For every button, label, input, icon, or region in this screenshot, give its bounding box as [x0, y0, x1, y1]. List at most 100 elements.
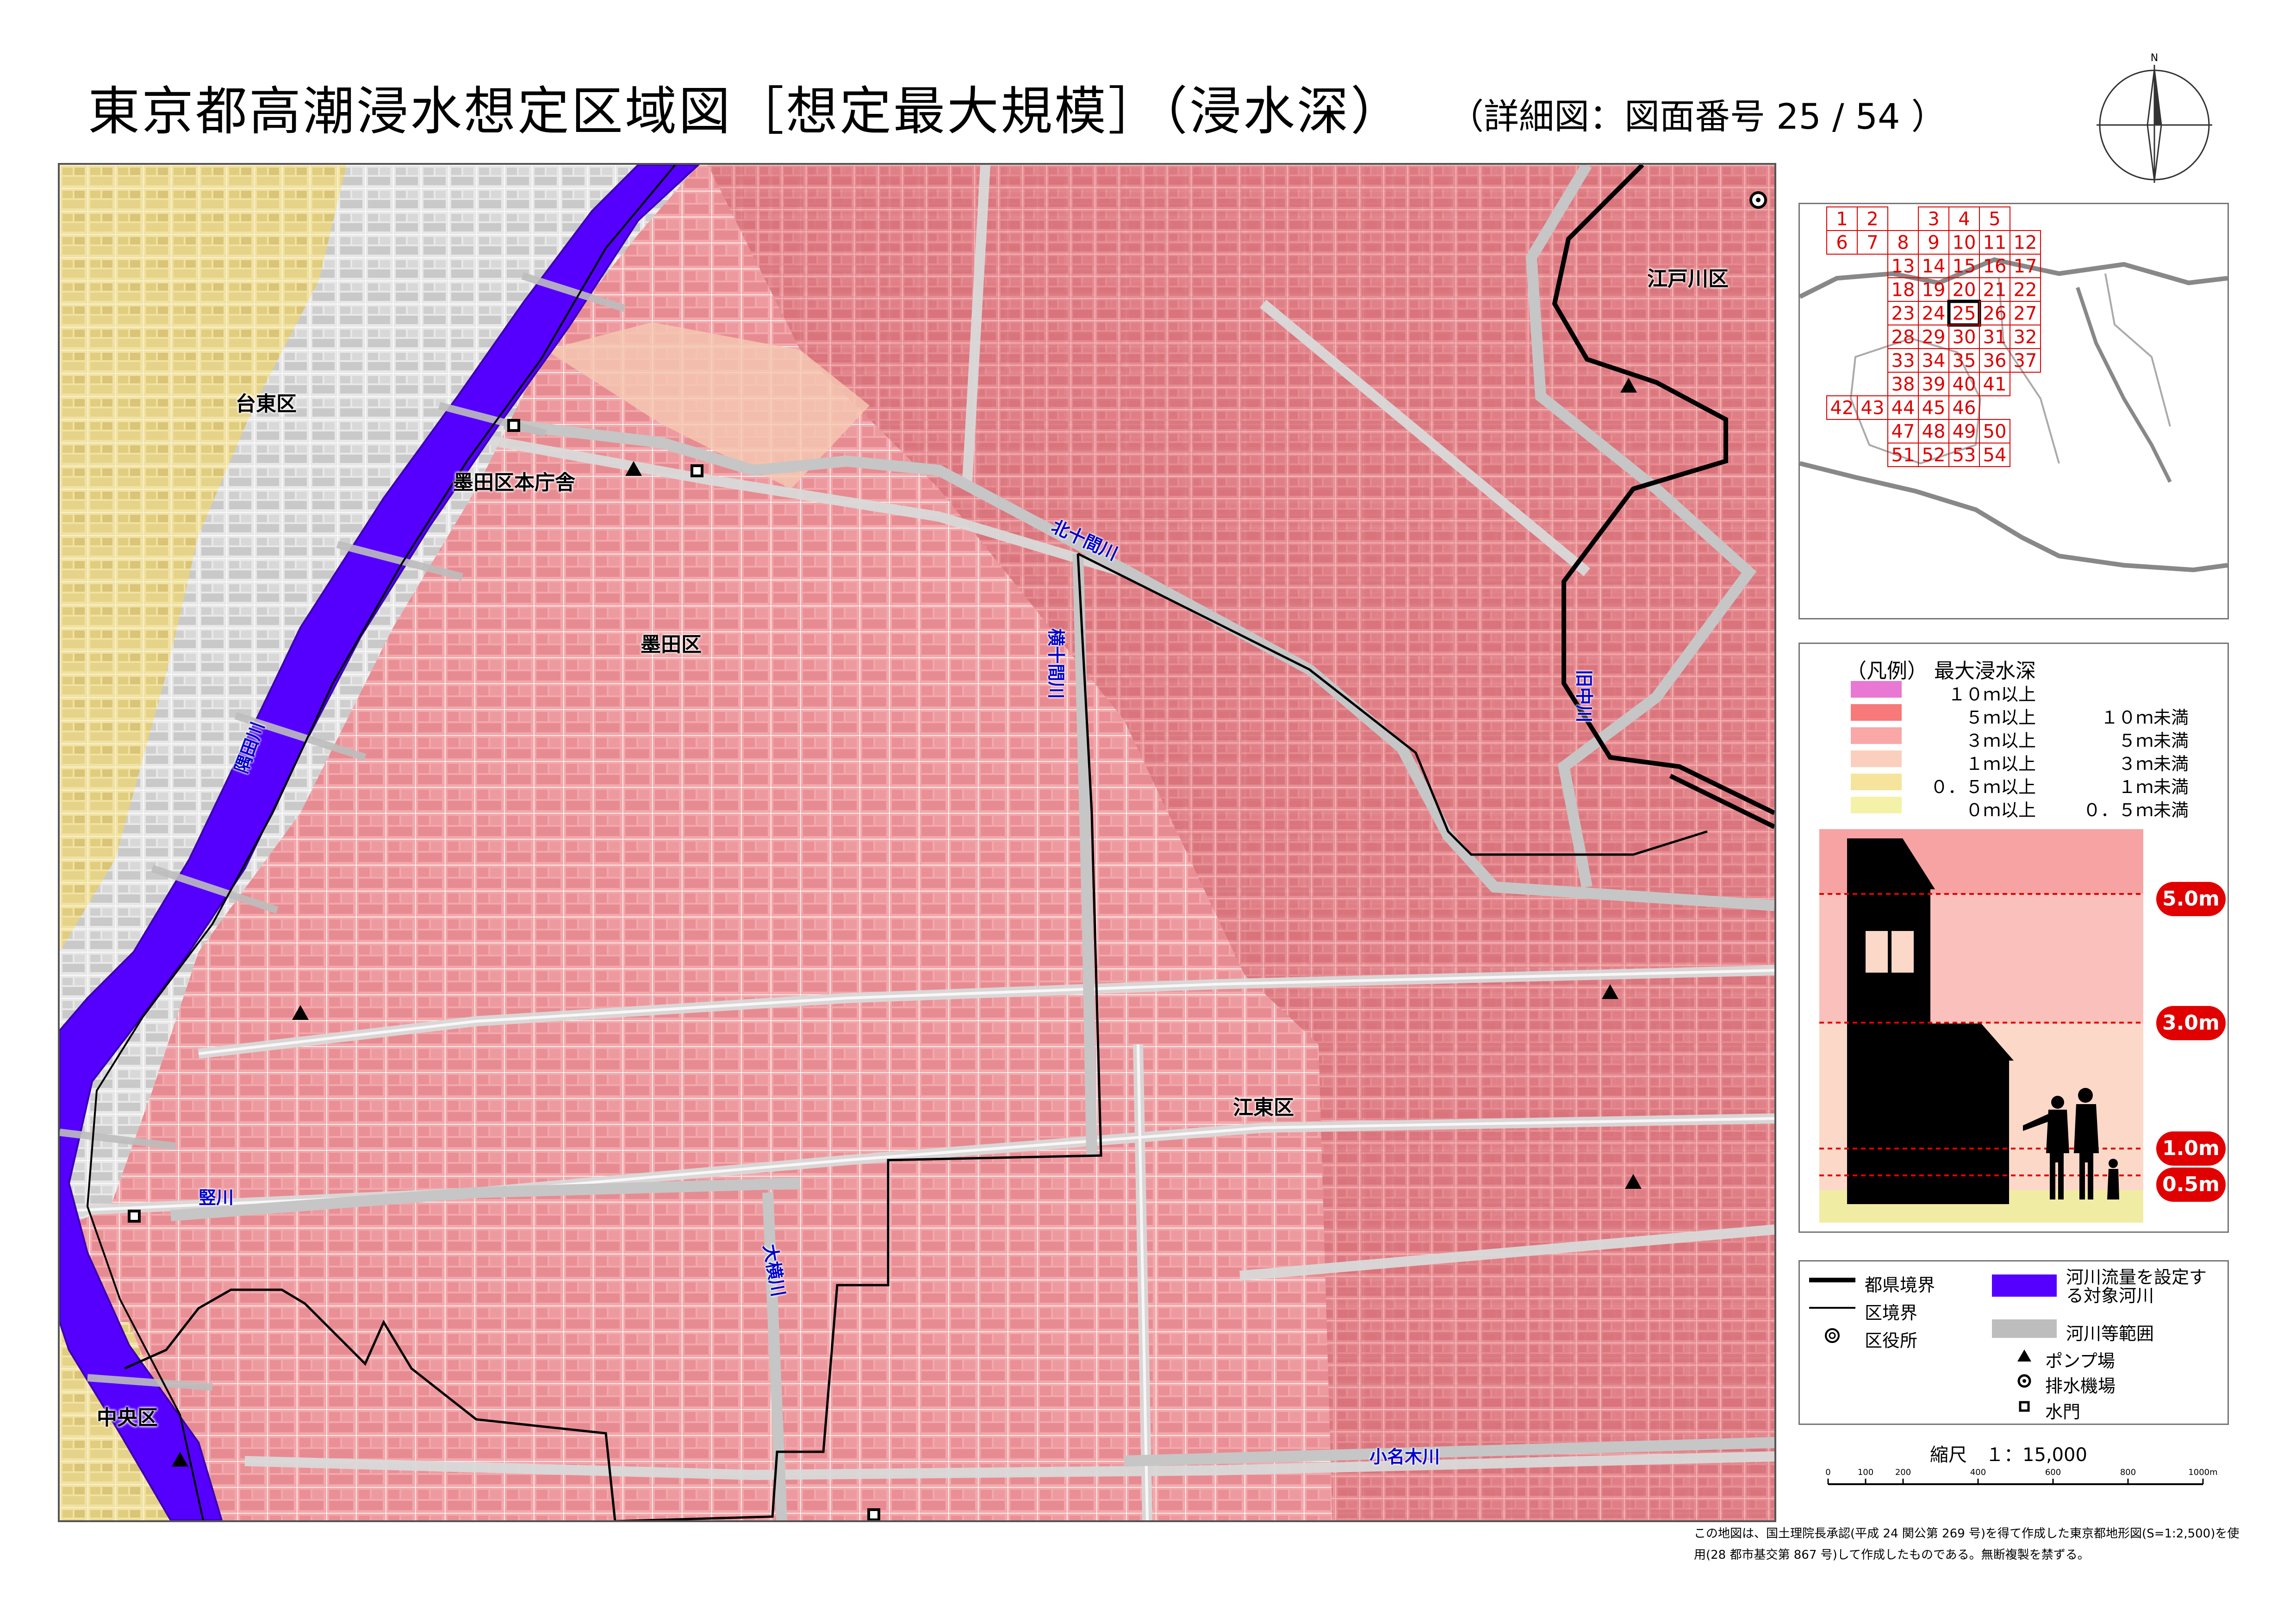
- scale-tick: 100: [1858, 1468, 1873, 1477]
- inundation-map[interactable]: 台東区 墨田区本庁舎 墨田区 江戸川区 江東区 中央区 隅田川 北十間川 横十間…: [58, 163, 1776, 1522]
- ward-office-label: 区役所: [1865, 1330, 1918, 1351]
- index-cell-number: 19: [1922, 280, 1946, 301]
- legend-swatch: [1851, 727, 1902, 744]
- index-cell-number: 16: [1983, 256, 2007, 277]
- index-cell-number: 26: [1983, 303, 2007, 325]
- index-cell-number: 46: [1953, 398, 1976, 419]
- index-cell-number: 34: [1922, 350, 1946, 372]
- copyright-note: この地図は、国土理院長承認(平成 24 関公第 269 号)を得て作成した東京都…: [1694, 1527, 2240, 1562]
- label-onagi-river: 小名木川: [1369, 1447, 1440, 1467]
- legend-row-1m: １ｍ以上 ３ｍ未満: [1851, 750, 2212, 774]
- index-cell-number: 41: [1983, 374, 2007, 395]
- symbols-legend: 都県境界 区境界 区役所 河川流量を設定する対象河川 河川等範囲 ポンプ場 排水…: [1798, 1260, 2229, 1425]
- index-cell-number: 1: [1836, 209, 1848, 230]
- scale-tick: 200: [1895, 1468, 1911, 1477]
- index-cell-number: 31: [1983, 327, 2007, 348]
- legend-swatch: [1851, 774, 1902, 790]
- index-cell-number: 4: [1958, 209, 1970, 230]
- index-cell-number: 27: [2014, 303, 2037, 325]
- pump-icon: [2017, 1349, 2031, 1362]
- legend-panel: （凡例） 最大浸水深 １０ｍ以上 ５ｍ以上 １０ｍ未満 ３ｍ以上 ５ｍ未満 １ｍ…: [1798, 643, 2229, 1233]
- index-cell-number: 49: [1953, 421, 1976, 443]
- label-kyunaka-river: 旧中川: [1574, 669, 1594, 723]
- legend-swatch: [1851, 681, 1902, 698]
- legend-swatch: [1851, 704, 1902, 721]
- depth-illustration: [1819, 829, 2143, 1223]
- index-cell-number: 29: [1922, 327, 1946, 348]
- sheet-index-map[interactable]: 1 2 3 4 5 6 7 8 9 10 11 12 13 14 15 16 17 18 19 20 21 22 23 24 2…: [1798, 203, 2229, 619]
- index-cell-number: 44: [1892, 398, 1915, 419]
- index-cell-number: 40: [1953, 374, 1976, 395]
- index-cell-number: 42: [1830, 398, 1854, 419]
- ward-border-label: 区境界: [1865, 1303, 1918, 1323]
- target-river-label: 河川流量を設定する対象河川: [2066, 1267, 2207, 1306]
- index-cell-number: 8: [1897, 232, 1909, 254]
- label-yokojukken-river: 横十間川: [1045, 628, 1066, 699]
- index-cell-number: 48: [1922, 421, 1946, 443]
- legend-from: １ｍ以上: [1965, 754, 2036, 774]
- legend-to: ３ｍ未満: [2118, 754, 2189, 774]
- scale-label: 縮尺 １：15,000: [1930, 1444, 2087, 1466]
- legend-from: ５ｍ以上: [1965, 707, 2036, 728]
- legend-to: １０ｍ未満: [2100, 707, 2189, 728]
- index-cell-number: 38: [1892, 374, 1915, 395]
- index-cell-number: 10: [1953, 232, 1976, 254]
- target-river-swatch: [1992, 1274, 2057, 1297]
- north-arrow-icon: N: [2092, 51, 2217, 185]
- pref-border-label: 都県境界: [1865, 1275, 1935, 1295]
- legend-row-5m: ５ｍ以上 １０ｍ未満: [1851, 703, 2212, 728]
- index-cell-number: 11: [1983, 232, 2007, 254]
- drain-label: 排水機場: [2045, 1376, 2116, 1396]
- index-cell-number: 28: [1892, 327, 1915, 348]
- gate-icon: [2019, 1401, 2030, 1412]
- pump-label: ポンプ場: [2045, 1351, 2115, 1371]
- index-cell-number: 53: [1953, 445, 1976, 466]
- legend-from: ０ｍ以上: [1965, 800, 2036, 820]
- index-cell-number: 20: [1953, 280, 1976, 301]
- depth-label-1m: 1.0m: [2156, 1131, 2226, 1166]
- label-edogawa-ward: 江戸川区: [1647, 267, 1729, 291]
- sheet-number: （詳細図：図面番号 25 / 54 ）: [1449, 96, 1947, 137]
- index-cell-number: 35: [1953, 350, 1976, 372]
- index-cell-number: 52: [1922, 445, 1946, 466]
- index-cell-number: 36: [1983, 350, 2007, 372]
- index-cell-number: 12: [2014, 232, 2037, 254]
- legend-from: １０ｍ以上: [1948, 684, 2036, 705]
- index-cell-number: 24: [1922, 303, 1946, 325]
- index-cell-number: 30: [1953, 327, 1976, 348]
- label-sumida-office: 墨田区本庁舎: [453, 471, 575, 494]
- legend-swatch: [1851, 750, 1902, 767]
- legend-swatch: [1851, 797, 1902, 813]
- index-cell-number: 45: [1922, 398, 1946, 419]
- index-cell-number: 43: [1861, 398, 1885, 419]
- index-cell-number: 14: [1922, 256, 1946, 277]
- depth-label-3m: 3.0m: [2156, 1006, 2226, 1040]
- index-cell-number: 22: [2014, 280, 2037, 301]
- index-cell-number: 37: [2014, 350, 2037, 372]
- index-cell-number: 25: [1953, 303, 1976, 325]
- index-cell-number: 51: [1892, 445, 1915, 466]
- index-cell-number: 15: [1953, 256, 1976, 277]
- river-area-label: 河川等範囲: [2066, 1324, 2154, 1344]
- legend-row-3m: ３ｍ以上 ５ｍ未満: [1851, 726, 2212, 751]
- page-title: 東京都高潮浸水想定区域図［想定最大規模］（浸水深）: [88, 81, 1404, 142]
- scale-tick: 400: [1970, 1468, 1986, 1477]
- index-cell-number: 32: [2014, 327, 2037, 348]
- legend-to: ０．５ｍ未満: [2083, 800, 2189, 820]
- index-cell-number: 54: [1983, 445, 2007, 466]
- river-area-swatch: [1992, 1319, 2057, 1338]
- scale-tick: 0: [1825, 1468, 1830, 1477]
- label-sumida-ward: 墨田区: [641, 633, 702, 656]
- legend-to: １ｍ未満: [2118, 777, 2189, 797]
- gate-label: 水門: [2045, 1402, 2081, 1422]
- index-cell-number: 50: [1983, 421, 2007, 443]
- label-tate-river: 竪川: [199, 1187, 234, 1208]
- label-chuo-ward: 中央区: [97, 1406, 158, 1430]
- legend-row-10m-plus: １０ｍ以上: [1851, 680, 2212, 705]
- index-cell-number: 17: [2014, 256, 2037, 277]
- scale-tick: 600: [2045, 1468, 2061, 1477]
- legend-title: （凡例） 最大浸水深: [1846, 659, 2036, 683]
- index-cell-number: 9: [1928, 232, 1939, 254]
- scale-bar: 縮尺 １：15,000 0 100 200 400 600 800 1000m: [1823, 1440, 2221, 1495]
- legend-row-0.5m: ０．５ｍ以上 １ｍ未満: [1851, 773, 2212, 797]
